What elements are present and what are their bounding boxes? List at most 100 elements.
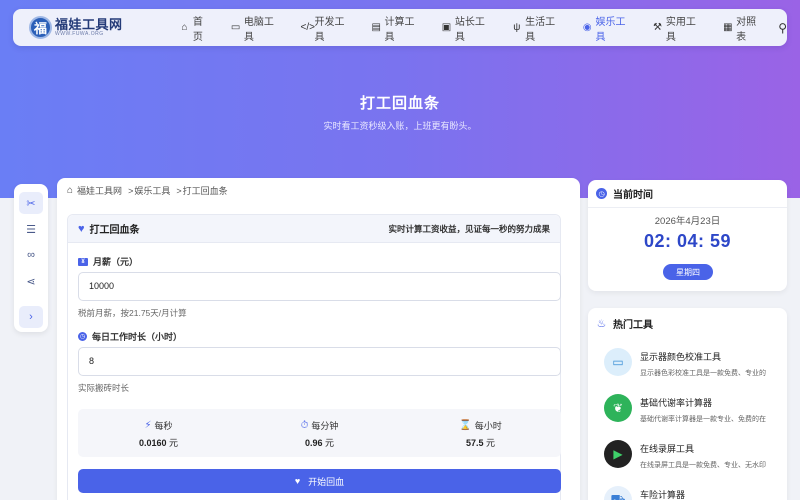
search-icon[interactable]: ⚲ — [778, 21, 787, 35]
stat-unit: 元 — [486, 438, 496, 448]
top-navbar: 福 福娃工具网 WWW.FUWA.ORG ⌂ 首页 ▭ 电脑工具 </> 开发工具 ▤ 计算工… — [13, 9, 787, 46]
start-button-label: 开始回血 — [308, 476, 345, 487]
hot-tool-icon: ▭ — [604, 348, 632, 376]
tools-icon[interactable]: ✂ — [19, 192, 43, 214]
desktop-icon: ▭ — [230, 22, 241, 33]
bolt-icon: ⚡ — [144, 420, 152, 431]
hot-tool-name: 基础代谢率计算器 — [640, 398, 713, 408]
breadcrumb-home[interactable]: 福娃工具网 — [77, 184, 122, 197]
logo-subtitle: WWW.FUWA.ORG — [55, 31, 104, 37]
stat-label: 每分钟 — [311, 421, 339, 431]
nav-item-label: 实用工具 — [665, 16, 696, 43]
nav-item-label: 首页 — [192, 16, 203, 43]
breadcrumb-category[interactable]: 娱乐工具 — [134, 184, 170, 197]
tool-description: 实时计算工资收益，见证每一秒的努力成果 — [388, 223, 550, 234]
list-icon[interactable]: ☰ — [19, 218, 43, 240]
weekday-badge: 星期四 — [663, 264, 713, 280]
clock-icon: ◷ — [596, 188, 607, 199]
breadcrumb-current: 打工回血条 — [182, 186, 228, 196]
time-card-header: ◷ 当前时间 — [588, 180, 787, 208]
nav-item-8[interactable]: ▦ 对照表 — [714, 9, 775, 46]
nav-item-label: 对照表 — [736, 16, 757, 43]
logo-title: 福娃工具网 — [55, 17, 123, 32]
stat-unit: 元 — [169, 438, 179, 448]
nav-item-label: 站长工具 — [454, 16, 485, 43]
salary-label: ¥ 月薪（元） — [78, 255, 138, 268]
stat-label: 每小时 — [474, 421, 502, 431]
site-logo[interactable]: 福 福娃工具网 WWW.FUWA.ORG — [29, 16, 146, 39]
home-icon: ⌂ — [67, 185, 74, 196]
nav-item-1[interactable]: ▭ 电脑工具 — [221, 9, 291, 46]
table-icon: ▦ — [723, 22, 733, 33]
nav-item-7[interactable]: ⚒ 实用工具 — [643, 9, 713, 46]
wrench-icon: ⚒ — [653, 22, 662, 33]
earnings-stats: ⚡ 每秒 0.0160 元 ⏱ 每分钟 0.96 元 ⌛ 每小时 57.5 元 — [78, 409, 561, 457]
stat-label: 每秒 — [154, 421, 173, 431]
nav-item-3[interactable]: ▤ 计算工具 — [362, 9, 432, 46]
breadcrumb-separator: > — [176, 185, 182, 196]
stat-per-hour: ⌛ 每小时 57.5 元 — [400, 409, 561, 457]
heart-icon: ♥ — [294, 476, 301, 486]
hot-tool-item[interactable]: ▶ 在线录屏工具 在线录屏工具是一款免费、专业、无水印 — [604, 440, 784, 476]
stat-per-second: ⚡ 每秒 0.0160 元 — [78, 409, 239, 457]
nav-item-4[interactable]: ▣ 站长工具 — [432, 9, 502, 46]
current-time-card: ◷ 当前时间 2026年4月23日 02: 04: 59 星期四 — [588, 180, 787, 291]
stat-value: 57.5 — [465, 438, 484, 448]
page-subtitle: 实时看工资秒级入账，上班更有盼头。 — [323, 121, 477, 131]
calculator-icon: ▤ — [371, 22, 381, 33]
utensils-icon: ψ — [513, 22, 521, 33]
current-date: 2026年4月23日 — [654, 216, 721, 227]
nav-item-2[interactable]: </> 开发工具 — [292, 9, 362, 46]
nav-item-label: 生活工具 — [525, 16, 556, 43]
nav-item-5[interactable]: ψ 生活工具 — [503, 9, 573, 46]
hot-tool-icon: ❦ — [604, 394, 632, 422]
hot-tool-item[interactable]: ▭ 显示器颜色校准工具显示器色彩校准工具是一款免费、专业的 — [604, 348, 784, 384]
current-clock: 02: 04: 59 — [643, 231, 732, 251]
hot-tool-item[interactable]: ❦ 基础代谢率计算器 基础代谢率计算器是一款专业、免费的在 — [604, 394, 784, 430]
tool-header: ♥ 打工回血条 实时计算工资收益，见证每一秒的努力成果 — [68, 215, 560, 243]
nav-item-label: 计算工具 — [384, 16, 415, 43]
hot-tool-name: 车险计算器 — [640, 490, 686, 500]
salary-help: 税前月薪，按21.75天/月计算 — [78, 308, 187, 318]
hours-label: ◷ 每日工作时长（小时） — [78, 330, 182, 343]
hot-tools-header: ♨ 热门工具 — [588, 308, 787, 338]
hot-tool-desc: 显示器色彩校准工具是一款免费、专业的 — [640, 370, 766, 377]
code-icon: </> — [300, 22, 316, 33]
main-content-card: ⌂ 福娃工具网 > 娱乐工具 > 打工回血条 ♥ 打工回血条 实时计算工资收益，… — [57, 178, 580, 500]
hot-tool-item[interactable]: ⛟ 车险计算器 — [604, 486, 784, 500]
start-button[interactable]: ♥ 开始回血 — [78, 469, 561, 493]
hot-tools-title: 热门工具 — [613, 319, 653, 331]
nav-menu: ⌂ 首页 ▭ 电脑工具 </> 开发工具 ▤ 计算工具 ▣ 站长工具 ψ 生活工具 ◉ 娱乐工具 ⚒ 实用工具… — [170, 9, 774, 46]
link-icon[interactable]: ∞ — [19, 244, 43, 266]
gamepad-icon: ◉ — [582, 22, 592, 33]
money-icon: ¥ — [78, 257, 88, 266]
fire-icon: ♨ — [596, 317, 607, 330]
stat-unit: 元 — [325, 438, 335, 448]
hot-tool-icon: ⛟ — [604, 486, 632, 500]
hot-tool-name: 显示器颜色校准工具 — [640, 352, 722, 362]
chevron-right-icon[interactable]: › — [19, 306, 43, 328]
stat-per-minute: ⏱ 每分钟 0.96 元 — [239, 409, 400, 457]
tool-title: 打工回血条 — [89, 225, 140, 236]
stat-value: 0.0160 — [138, 438, 167, 448]
home-icon: ⌂ — [181, 22, 188, 33]
nav-item-6[interactable]: ◉ 娱乐工具 — [573, 9, 643, 46]
salary-input[interactable]: 10000 — [78, 272, 561, 301]
hours-help: 实际搬砖时长 — [78, 383, 130, 393]
stat-value: 0.96 — [304, 438, 323, 448]
heartbeat-icon: ♥ — [78, 222, 85, 235]
share-icon[interactable]: ⋖ — [19, 270, 43, 292]
nav-item-label: 开发工具 — [314, 16, 345, 43]
stopwatch-icon: ⏱ — [300, 420, 309, 431]
hours-input[interactable]: 8 — [78, 347, 561, 376]
time-card-title: 当前时间 — [613, 190, 653, 201]
clock-icon: ◷ — [78, 332, 87, 341]
floating-sidebar: ✂ ☰ ∞ ⋖ › — [14, 184, 48, 332]
logo-mark-icon: 福 — [29, 16, 52, 39]
toolbox-icon: ▣ — [441, 22, 452, 33]
nav-item-0[interactable]: ⌂ 首页 — [170, 9, 221, 46]
nav-item-label: 电脑工具 — [243, 16, 274, 43]
hours-label-text: 每日工作时长（小时） — [92, 332, 183, 342]
hourglass-icon: ⌛ — [459, 420, 472, 431]
hot-tools-card: ♨ 热门工具 ▭ 显示器颜色校准工具显示器色彩校准工具是一款免费、专业的 ❦ 基础代谢… — [588, 308, 787, 500]
